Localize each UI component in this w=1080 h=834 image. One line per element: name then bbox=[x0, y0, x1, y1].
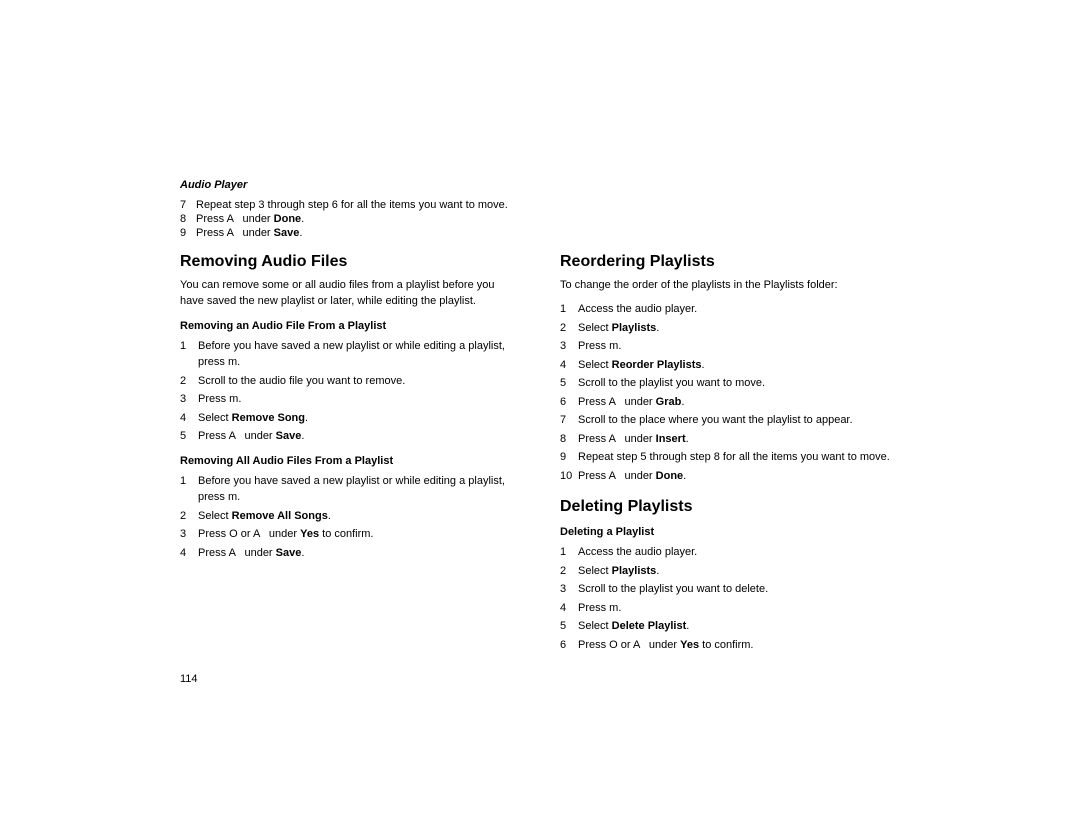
list-item: 3 Scroll to the playlist you want to del… bbox=[560, 581, 900, 598]
list-item: 7 Scroll to the place where you want the… bbox=[560, 412, 900, 429]
step-text: Repeat step 3 through step 6 for all the… bbox=[196, 199, 900, 211]
page-number: 114 bbox=[180, 673, 198, 685]
removing-audio-files-title: Removing Audio Files bbox=[180, 253, 520, 271]
list-item: 10 Press A under Done. bbox=[560, 468, 900, 485]
reordering-playlists-desc: To change the order of the playlists in … bbox=[560, 277, 900, 294]
list-item: 4 Select Reorder Playlists. bbox=[560, 357, 900, 374]
deleting-playlist-subtitle: Deleting a Playlist bbox=[560, 526, 900, 538]
removing-audio-files-desc: You can remove some or all audio files f… bbox=[180, 277, 520, 310]
intro-steps: 7 Repeat step 3 through step 6 for all t… bbox=[180, 199, 900, 239]
step-num: 9 bbox=[180, 227, 196, 239]
list-item: 6 Press A under Grab. bbox=[560, 394, 900, 411]
list-item: 2 Scroll to the audio file you want to r… bbox=[180, 373, 520, 390]
list-item: 4 Press A under Save. bbox=[180, 545, 520, 562]
list-item: 2 Select Playlists. bbox=[560, 563, 900, 580]
step-text: Press A under Done. bbox=[196, 213, 900, 225]
list-item: 5 Press A under Save. bbox=[180, 428, 520, 445]
right-column: Reordering Playlists To change the order… bbox=[560, 253, 900, 656]
list-item: 5 Select Delete Playlist. bbox=[560, 618, 900, 635]
deleting-steps: 1 Access the audio player. 2 Select Play… bbox=[560, 544, 900, 653]
removing-audio-file-subtitle: Removing an Audio File From a Playlist bbox=[180, 320, 520, 332]
list-item: 6 Press O or A under Yes to confirm. bbox=[560, 637, 900, 654]
two-column-layout: Removing Audio Files You can remove some… bbox=[180, 253, 900, 656]
step-num: 8 bbox=[180, 213, 196, 225]
removing-all-audio-subtitle: Removing All Audio Files From a Playlist bbox=[180, 455, 520, 467]
list-item: 4 Select Remove Song. bbox=[180, 410, 520, 427]
list-item: 1 Before you have saved a new playlist o… bbox=[180, 473, 520, 506]
list-item: 2 Select Remove All Songs. bbox=[180, 508, 520, 525]
list-item: 3 Press m. bbox=[560, 338, 900, 355]
left-column: Removing Audio Files You can remove some… bbox=[180, 253, 520, 656]
intro-step-7: 7 Repeat step 3 through step 6 for all t… bbox=[180, 199, 900, 211]
reordering-playlists-title: Reordering Playlists bbox=[560, 253, 900, 271]
list-item: 3 Press O or A under Yes to confirm. bbox=[180, 526, 520, 543]
list-item: 5 Scroll to the playlist you want to mov… bbox=[560, 375, 900, 392]
deleting-playlists-title: Deleting Playlists bbox=[560, 498, 900, 516]
step-text: Press A under Save. bbox=[196, 227, 900, 239]
list-item: 4 Press m. bbox=[560, 600, 900, 617]
list-item: 1 Before you have saved a new playlist o… bbox=[180, 338, 520, 371]
page-content: Audio Player 7 Repeat step 3 through ste… bbox=[160, 139, 920, 696]
audio-player-label: Audio Player bbox=[180, 179, 900, 191]
list-item: 2 Select Playlists. bbox=[560, 320, 900, 337]
removing-audio-file-steps: 1 Before you have saved a new playlist o… bbox=[180, 338, 520, 445]
list-item: 9 Repeat step 5 through step 8 for all t… bbox=[560, 449, 900, 466]
list-item: 1 Access the audio player. bbox=[560, 544, 900, 561]
list-item: 1 Access the audio player. bbox=[560, 301, 900, 318]
list-item: 8 Press A under Insert. bbox=[560, 431, 900, 448]
reordering-steps: 1 Access the audio player. 2 Select Play… bbox=[560, 301, 900, 484]
intro-step-8: 8 Press A under Done. bbox=[180, 213, 900, 225]
intro-step-9: 9 Press A under Save. bbox=[180, 227, 900, 239]
list-item: 3 Press m. bbox=[180, 391, 520, 408]
removing-all-audio-steps: 1 Before you have saved a new playlist o… bbox=[180, 473, 520, 562]
step-num: 7 bbox=[180, 199, 196, 211]
